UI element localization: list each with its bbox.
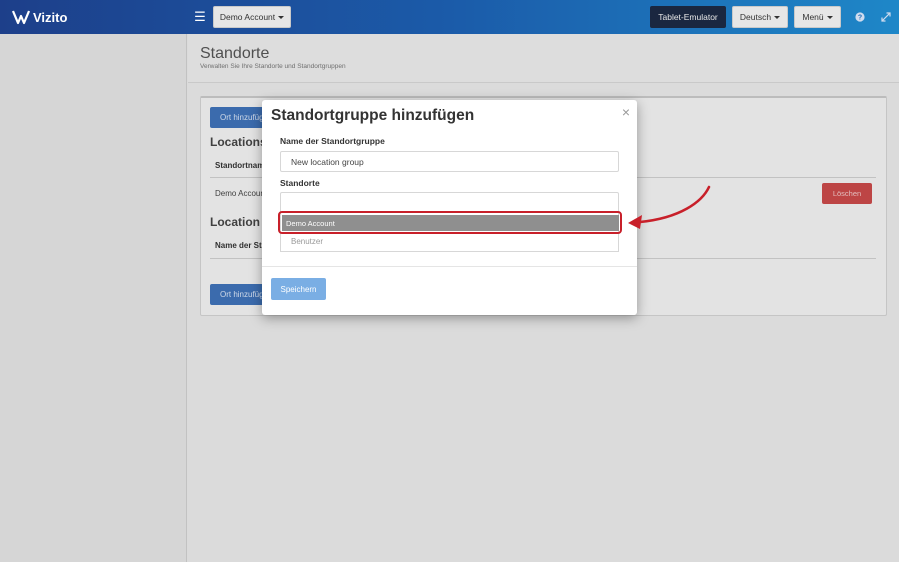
tablet-emulator-button[interactable]: Tablet-Emulator [650, 6, 726, 28]
locations-label: Standorte [280, 178, 320, 188]
highlight-box [278, 211, 622, 234]
account-dropdown-button[interactable]: Demo Account [213, 6, 291, 28]
menu-label: Menü [802, 12, 824, 22]
menu-dropdown-button[interactable]: Menü [794, 6, 841, 28]
language-label: Deutsch [739, 12, 772, 22]
caret-down-icon [774, 15, 781, 19]
question-circle-icon[interactable]: ? [853, 10, 867, 24]
group-name-label: Name der Standortgruppe [280, 136, 385, 146]
caret-down-icon [278, 15, 285, 19]
close-icon[interactable]: × [622, 104, 630, 120]
expand-icon[interactable] [879, 10, 893, 24]
svg-text:?: ? [858, 15, 862, 22]
save-button[interactable]: Speichern [271, 278, 326, 300]
add-location-group-modal: Standortgruppe hinzufügen × Name der Sta… [262, 100, 637, 315]
logo[interactable]: Vizito [12, 9, 67, 25]
logo-text: Vizito [33, 9, 68, 25]
modal-title: Standortgruppe hinzufügen [271, 107, 475, 124]
caret-down-icon [826, 15, 833, 19]
language-dropdown-button[interactable]: Deutsch [732, 6, 788, 28]
locations-input[interactable] [280, 192, 619, 213]
group-name-input[interactable]: New location group [280, 151, 619, 172]
vizito-logo-icon [12, 10, 30, 25]
hamburger-menu-icon[interactable]: ☰ [193, 9, 207, 25]
annotation-arrow-icon [628, 185, 711, 229]
top-navbar: Vizito ☰ Demo Account Tablet-Emulator De… [0, 0, 899, 34]
modal-footer-divider [262, 266, 637, 267]
dropdown-option-benutzer[interactable]: Benutzer [291, 237, 323, 246]
account-dropdown-label: Demo Account [219, 12, 276, 22]
